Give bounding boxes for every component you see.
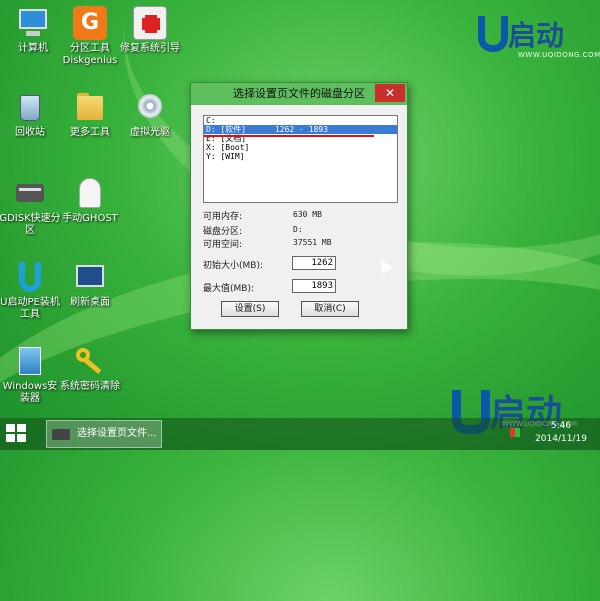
windows-logo-icon: [6, 424, 15, 432]
windows-installer-label: Windows安装器: [2, 381, 58, 404]
upe-installer-label: U启动PE装机工具: [0, 297, 60, 320]
computer-shortcut[interactable]: 计算机: [1, 6, 65, 55]
clock-date: 2014/11/19: [535, 434, 587, 444]
repair-boot-shortcut[interactable]: 修复系统引导: [118, 6, 182, 55]
virtual-drive-label: 虚拟光驱: [130, 127, 170, 138]
space-label: 可用空间:: [203, 240, 243, 250]
partition-label: 磁盘分区:: [203, 227, 243, 237]
system-clock[interactable]: 5:46 2014/11/19: [528, 420, 594, 446]
ghost-icon: [73, 176, 107, 210]
folder-icon: [73, 90, 107, 124]
monitor-icon: [73, 260, 107, 294]
clock-time: 5:46: [550, 421, 572, 431]
list-item[interactable]: Y: [WIM]: [204, 152, 397, 161]
brand-logo-top: 启动 WWW.UQIDONG.COM: [478, 16, 600, 59]
list-item[interactable]: C:: [204, 116, 397, 125]
windows-logo-icon: [6, 434, 15, 442]
computer-label: 计算机: [18, 43, 48, 54]
close-button[interactable]: ✕: [375, 84, 405, 102]
list-item[interactable]: X: [Boot]: [204, 143, 397, 152]
refresh-desktop-label: 刷新桌面: [70, 297, 110, 308]
virtual-drive-shortcut[interactable]: 虚拟光驱: [118, 90, 182, 139]
recycle-bin-label: 回收站: [15, 127, 45, 138]
taskbar-item-label: 选择设置页文件...: [77, 428, 157, 439]
password-clear-shortcut[interactable]: 系统密码清除: [58, 344, 122, 393]
recycle-bin-icon: [13, 90, 47, 124]
u-logo-icon: [478, 16, 508, 52]
annotation-underline: [204, 135, 374, 137]
set-button[interactable]: 设置(S): [221, 301, 279, 317]
max-size-label: 最大值(MB):: [203, 284, 254, 294]
pagefile-partition-dialog: 选择设置页文件的磁盘分区 ✕ C: D: [软件] 1262 - 1893 E:…: [190, 82, 408, 330]
max-size-input[interactable]: 1893: [292, 279, 336, 293]
partition-list[interactable]: C: D: [软件] 1262 - 1893 E: [文档] X: [Boot]…: [203, 115, 398, 203]
cancel-button[interactable]: 取消(C): [301, 301, 359, 317]
windows-logo-icon: [17, 434, 26, 442]
gdisk-shortcut[interactable]: GDISK快速分区: [0, 176, 62, 237]
brand-name: 启动: [508, 19, 565, 52]
memory-value: 630 MB: [293, 210, 322, 219]
ghost-shortcut[interactable]: 手动GHOST: [58, 176, 122, 225]
dialog-title: 选择设置页文件的磁盘分区: [233, 87, 365, 100]
ghost-label: 手动GHOST: [62, 213, 118, 224]
more-tools-label: 更多工具: [70, 127, 110, 138]
partition-value: D:: [293, 225, 303, 234]
flag-icon[interactable]: [510, 428, 520, 437]
space-value: 37551 MB: [293, 238, 332, 247]
initial-size-label: 初始大小(MB):: [203, 261, 263, 271]
memory-label: 可用内存:: [203, 212, 243, 222]
close-icon: ✕: [384, 86, 396, 100]
first-aid-kit-icon: [133, 6, 167, 40]
start-button[interactable]: [6, 424, 28, 444]
taskbar-item-dialog[interactable]: 选择设置页文件...: [46, 420, 162, 448]
hard-drive-icon: [52, 429, 70, 440]
key-icon: [73, 344, 107, 378]
u-logo-icon: [13, 260, 47, 294]
gdisk-label: GDISK快速分区: [0, 213, 61, 236]
computer-icon: [16, 6, 50, 40]
disc-icon: [133, 90, 167, 124]
more-tools-shortcut[interactable]: 更多工具: [58, 90, 122, 139]
repair-boot-label: 修复系统引导: [120, 43, 180, 54]
password-clear-label: 系统密码清除: [60, 381, 120, 392]
brand-url: WWW.UQIDONG.COM: [518, 51, 600, 59]
refresh-desktop-shortcut[interactable]: 刷新桌面: [58, 260, 122, 309]
upe-installer-shortcut[interactable]: U启动PE装机工具: [0, 260, 62, 321]
hard-drive-icon: [13, 176, 47, 210]
recycle-bin-shortcut[interactable]: 回收站: [0, 90, 62, 139]
windows-installer-shortcut[interactable]: Windows安装器: [0, 344, 62, 405]
diskgenius-icon: G: [73, 6, 107, 40]
windows-logo-icon: [17, 424, 26, 432]
diskgenius-label: 分区工具 Diskgenius: [62, 43, 118, 66]
initial-size-input[interactable]: 1262: [292, 256, 336, 270]
windows-box-icon: [13, 344, 47, 378]
list-item-selected[interactable]: D: [软件] 1262 - 1893: [204, 125, 397, 134]
dialog-titlebar[interactable]: 选择设置页文件的磁盘分区 ✕: [191, 83, 407, 105]
diskgenius-shortcut[interactable]: G 分区工具 Diskgenius: [58, 6, 122, 67]
